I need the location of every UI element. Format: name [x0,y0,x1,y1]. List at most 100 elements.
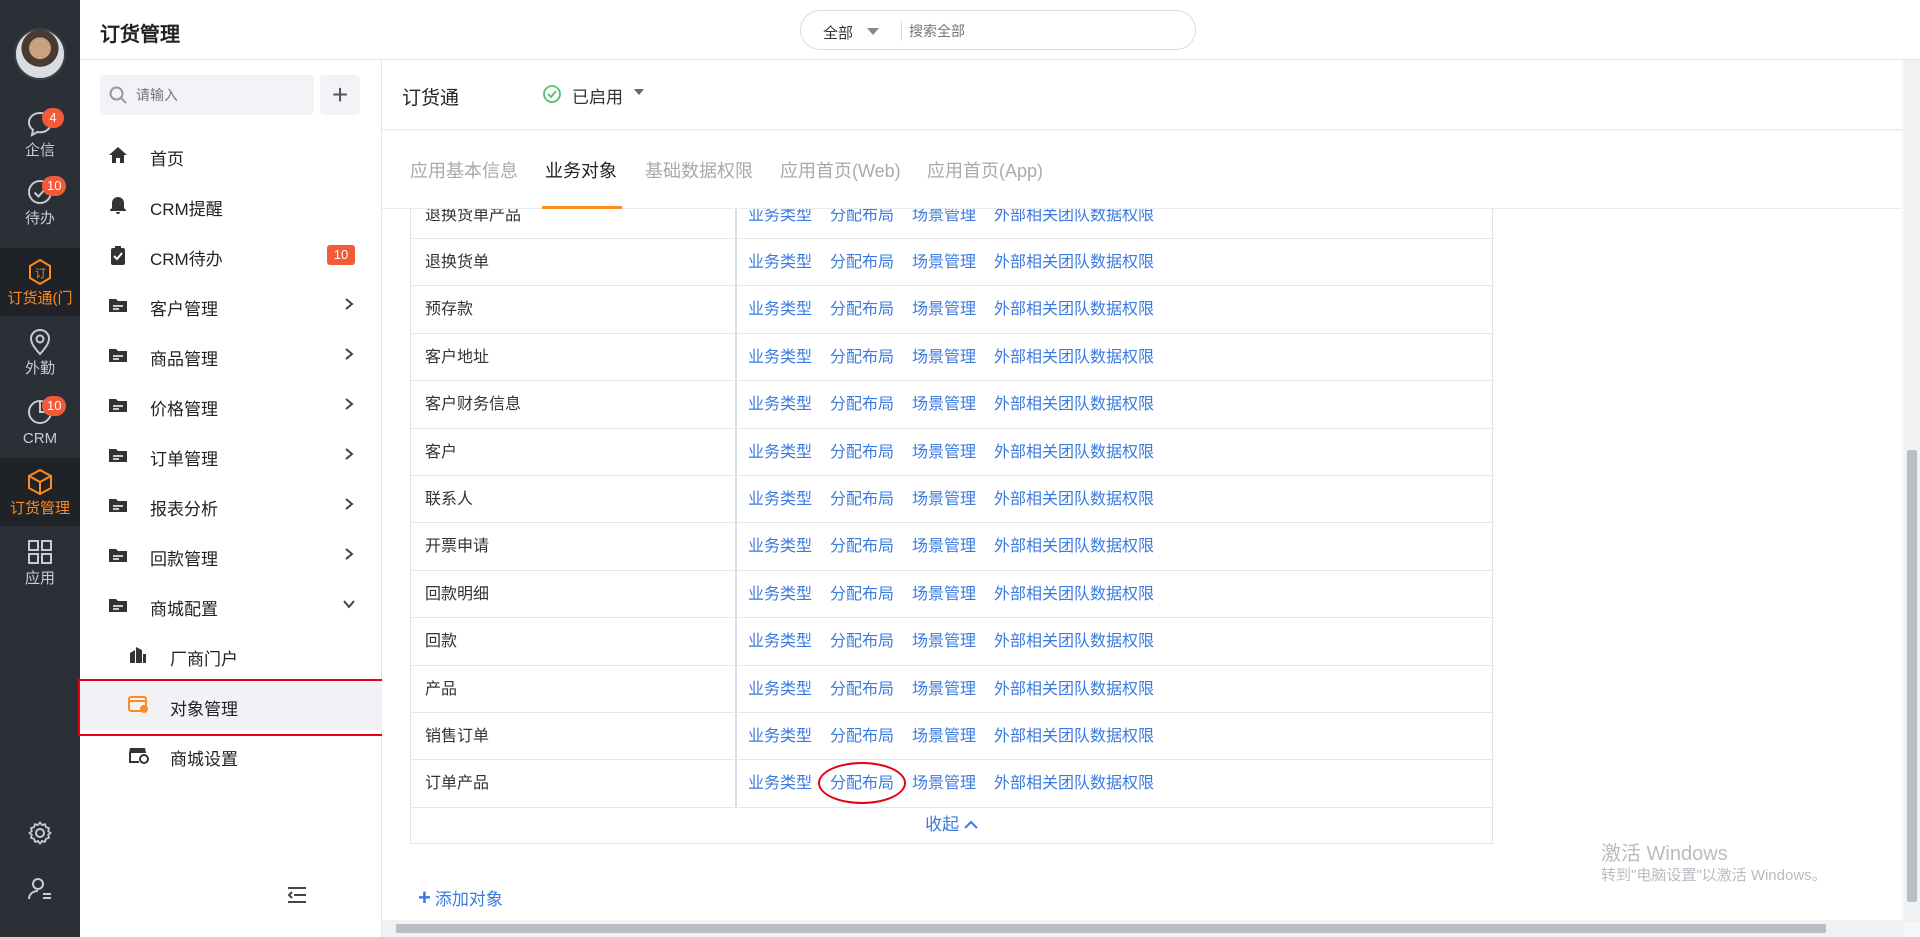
link-scene-management[interactable]: 场景管理 [912,681,976,698]
link-external-team-permission[interactable]: 外部相关团队数据权限 [994,396,1154,413]
link-business-type[interactable]: 业务类型 [748,444,812,461]
link-external-team-permission[interactable]: 外部相关团队数据权限 [994,491,1154,508]
link-external-team-permission[interactable]: 外部相关团队数据权限 [994,301,1154,318]
link-external-team-permission[interactable]: 外部相关团队数据权限 [994,538,1154,555]
settings-button[interactable] [0,820,80,851]
link-assign-layout[interactable]: 分配布局 [830,254,894,271]
link-business-type[interactable]: 业务类型 [748,349,812,366]
link-assign-layout[interactable]: 分配布局 [830,586,894,603]
collapse-sidebar-icon[interactable] [286,886,308,904]
link-assign-layout[interactable]: 分配布局 [830,491,894,508]
tab-data-permissions[interactable]: 基础数据权限 [645,157,753,183]
link-scene-management[interactable]: 场景管理 [912,538,976,555]
rail-item-crm[interactable]: CRM 10 [0,388,80,456]
sidebar-item-orders[interactable]: 订单管理 [80,430,382,480]
chevron-down-icon[interactable] [867,28,879,35]
link-assign-layout[interactable]: 分配布局 [830,396,894,413]
link-assign-layout[interactable]: 分配布局 [830,775,894,792]
search-input[interactable] [909,19,1179,43]
link-scene-management[interactable]: 场景管理 [912,586,976,603]
avatar[interactable] [14,28,66,80]
link-business-type[interactable]: 业务类型 [748,586,812,603]
sidebar-item-crm-todo[interactable]: CRM待办 10 [80,230,382,280]
sidebar-item-vendor-portal[interactable]: 厂商门户 [80,630,382,680]
sidebar-item-payments[interactable]: 回款管理 [80,530,382,580]
link-external-team-permission[interactable]: 外部相关团队数据权限 [994,586,1154,603]
link-external-team-permission[interactable]: 外部相关团队数据权限 [994,728,1154,745]
link-business-type[interactable]: 业务类型 [748,633,812,650]
link-business-type[interactable]: 业务类型 [748,538,812,555]
link-business-type[interactable]: 业务类型 [748,728,812,745]
link-scene-management[interactable]: 场景管理 [912,444,976,461]
sidebar-item-mall-config[interactable]: 商城配置 [80,580,382,630]
link-scene-management[interactable]: 场景管理 [912,728,976,745]
link-scene-management[interactable]: 场景管理 [912,775,976,792]
link-assign-layout[interactable]: 分配布局 [830,444,894,461]
user-management-button[interactable] [0,876,80,907]
link-external-team-permission[interactable]: 外部相关团队数据权限 [994,775,1154,792]
scroll-thumb[interactable] [1907,450,1917,902]
sidebar-item-reports[interactable]: 报表分析 [80,480,382,530]
sidebar-item-mall-settings[interactable]: 商城设置 [80,730,382,780]
tab-home-web[interactable]: 应用首页(Web) [780,157,901,183]
tab-basic-info[interactable]: 应用基本信息 [410,157,518,183]
link-scene-management[interactable]: 场景管理 [912,491,976,508]
link-business-type[interactable]: 业务类型 [748,301,812,318]
link-business-type[interactable]: 业务类型 [748,681,812,698]
link-assign-layout[interactable]: 分配布局 [830,209,894,224]
rail-item-dinghuotong[interactable]: 订 订货通(门 [0,248,80,316]
link-external-team-permission[interactable]: 外部相关团队数据权限 [994,209,1154,224]
link-scene-management[interactable]: 场景管理 [912,349,976,366]
link-assign-layout[interactable]: 分配布局 [830,633,894,650]
user-settings-icon [28,878,51,900]
vertical-scrollbar[interactable] [1904,60,1920,922]
collapse-button[interactable]: 收起 [925,815,978,834]
rail-item-order-management[interactable]: 订货管理 [0,458,80,526]
horizontal-scrollbar[interactable] [382,920,1904,937]
folder-icon [109,549,127,562]
link-business-type[interactable]: 业务类型 [748,491,812,508]
sidebar-item-goods[interactable]: 商品管理 [80,330,382,380]
link-scene-management[interactable]: 场景管理 [912,633,976,650]
sidebar-item-price[interactable]: 价格管理 [80,380,382,430]
add-object-button[interactable]: + 添加对象 [418,885,503,911]
scroll-thumb[interactable] [396,924,1826,933]
nav-search-input[interactable] [136,84,306,106]
link-business-type[interactable]: 业务类型 [748,254,812,271]
link-assign-layout[interactable]: 分配布局 [830,349,894,366]
link-scene-management[interactable]: 场景管理 [912,396,976,413]
rail-item-qixin[interactable]: 企信 4 [0,100,80,168]
link-business-type[interactable]: 业务类型 [748,209,812,224]
tab-home-app[interactable]: 应用首页(App) [927,157,1043,183]
link-external-team-permission[interactable]: 外部相关团队数据权限 [994,349,1154,366]
rail-item-apps[interactable]: 应用 [0,528,80,596]
link-assign-layout[interactable]: 分配布局 [830,538,894,555]
row-actions: 业务类型 分配布局 场景管理 外部相关团队数据权限 [748,618,1172,664]
sidebar-item-crm-reminder[interactable]: CRM提醒 [80,180,382,230]
caret-down-icon[interactable] [634,89,644,95]
sidebar-item-object-management[interactable]: 对象管理 [80,680,382,730]
link-business-type[interactable]: 业务类型 [748,775,812,792]
sidebar-item-home[interactable]: 首页 [80,130,382,180]
search-scope-select[interactable]: 全部 [823,22,853,43]
link-external-team-permission[interactable]: 外部相关团队数据权限 [994,444,1154,461]
link-scene-management[interactable]: 场景管理 [912,209,976,224]
link-assign-layout[interactable]: 分配布局 [830,301,894,318]
link-assign-layout[interactable]: 分配布局 [830,728,894,745]
link-business-type[interactable]: 业务类型 [748,396,812,413]
link-external-team-permission[interactable]: 外部相关团队数据权限 [994,633,1154,650]
link-external-team-permission[interactable]: 外部相关团队数据权限 [994,681,1154,698]
sidebar-item-customer[interactable]: 客户管理 [80,280,382,330]
link-scene-management[interactable]: 场景管理 [912,301,976,318]
row-actions: 业务类型 分配布局 场景管理 外部相关团队数据权限 [748,523,1172,569]
add-menu-button[interactable]: + [320,75,360,115]
link-scene-management[interactable]: 场景管理 [912,254,976,271]
collapse-row: 收起 [411,808,1492,844]
tab-business-objects[interactable]: 业务对象 [545,157,617,183]
link-external-team-permission[interactable]: 外部相关团队数据权限 [994,254,1154,271]
rail-item-field[interactable]: 外勤 [0,318,80,386]
rail-item-todo[interactable]: 待办 10 [0,168,80,236]
app-status[interactable]: 已启用 [572,83,623,108]
table-row: 客户 业务类型 分配布局 场景管理 外部相关团队数据权限 [411,428,1492,476]
link-assign-layout[interactable]: 分配布局 [830,681,894,698]
